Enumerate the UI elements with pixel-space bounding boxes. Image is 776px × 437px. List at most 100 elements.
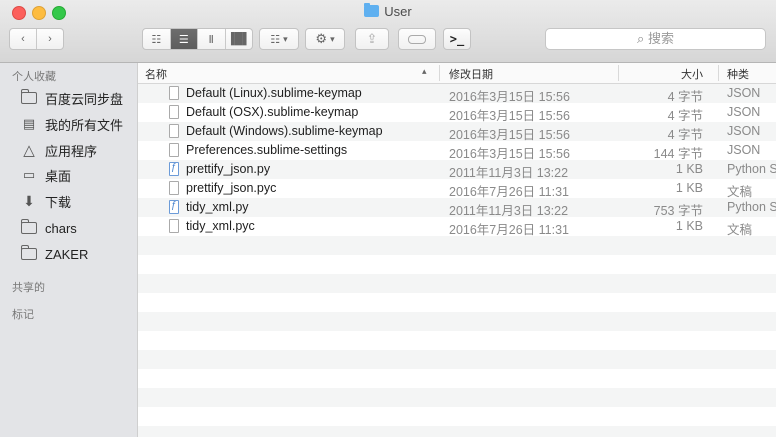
sort-ascending-icon: ▴ <box>422 66 427 76</box>
file-kind: JSON <box>727 86 761 100</box>
file-name: Preferences.sublime-settings <box>186 143 348 157</box>
sidebar-item-all-files[interactable]: ▤ 我的所有文件 <box>20 113 123 135</box>
file-kind: Python S <box>727 162 776 176</box>
file-row[interactable]: tidy_xml.py2011年11月3日 13:22753 字节Python … <box>138 198 776 218</box>
file-size: 1 KB <box>675 219 703 233</box>
chevron-down-icon: ▾ <box>283 33 288 44</box>
python-file-icon <box>169 200 179 214</box>
tag-icon <box>408 34 426 44</box>
file-row[interactable]: Preferences.sublime-settings 2016年3月15日 1… <box>138 141 776 161</box>
column-header-date[interactable]: 修改日期 <box>449 66 493 82</box>
search-placeholder: 搜索 <box>647 31 674 46</box>
sidebar-item-label: 我的所有文件 <box>45 117 124 133</box>
empty-row <box>138 312 776 331</box>
file-name: prettify_json.pyc <box>186 181 277 195</box>
file-row[interactable]: Default (Linux).sublime-keymap 2016年3月15日… <box>138 84 776 104</box>
folder-icon <box>364 3 380 17</box>
file-row[interactable]: Default (OSX).sublime-keymap 2016年3月15日 1… <box>138 103 776 123</box>
empty-row <box>138 426 776 437</box>
search-field[interactable]: ⌕ 搜索 <box>545 28 766 50</box>
window-title-text: User <box>384 4 412 19</box>
file-name: tidy_xml.py <box>186 200 249 214</box>
empty-row <box>138 350 776 369</box>
list-icon: ☰ <box>178 33 189 46</box>
file-kind: Python S <box>727 200 776 214</box>
sidebar-item-label: ZAKER <box>45 246 89 262</box>
chevron-right-icon: › <box>48 33 52 45</box>
window-title: User <box>0 3 776 19</box>
column-header-kind[interactable]: 种类 <box>727 66 749 82</box>
sidebar-item-applications[interactable]: △ 应用程序 <box>20 139 97 161</box>
document-icon <box>169 143 179 157</box>
applications-icon: △ <box>23 142 35 159</box>
sidebar-item-label: 桌面 <box>45 168 72 184</box>
file-list: 名称 ▴ 修改日期 大小 种类 Default (Linux).sublime-… <box>138 63 776 437</box>
finder-window: User ‹ › ☷ ☰ Ⅱ ▐█▌ ☷ ▾ ⚙ ▾ ⇪ >_ ⌕ 搜索 个人收… <box>0 0 776 437</box>
file-size: 1 KB <box>675 181 703 195</box>
folder-icon <box>20 245 38 261</box>
sidebar-item-label: 百度云同步盘 <box>45 91 124 107</box>
view-mode-switcher: ☷ ☰ Ⅱ ▐█▌ <box>142 28 253 50</box>
sidebar-item-baidu[interactable]: 百度云同步盘 <box>20 87 123 109</box>
empty-row <box>138 331 776 350</box>
column-view-button[interactable]: Ⅱ <box>198 29 226 49</box>
list-view-button[interactable]: ☰ <box>170 29 198 49</box>
column-header-name[interactable]: 名称 <box>145 66 167 82</box>
arrange-grid-icon: ☷ <box>270 33 281 46</box>
file-kind: JSON <box>727 105 761 119</box>
file-row[interactable]: Default (Windows).sublime-keymap 2016年3月1… <box>138 122 776 142</box>
column-headers: 名称 ▴ 修改日期 大小 种类 <box>138 63 776 84</box>
empty-row <box>138 236 776 255</box>
folder-icon <box>20 89 38 105</box>
terminal-icon: >_ <box>449 32 465 46</box>
empty-row <box>138 369 776 388</box>
chevron-left-icon: ‹ <box>21 33 25 45</box>
file-name: Default (Windows).sublime-keymap <box>186 124 383 138</box>
tag-button[interactable] <box>398 28 436 50</box>
file-name: prettify_json.py <box>186 162 271 176</box>
empty-row <box>138 407 776 426</box>
sidebar-item-desktop[interactable]: ▭ 桌面 <box>20 164 71 186</box>
file-row[interactable]: prettify_json.pyc 2016年7月26日 11:31 1 KB 文稿 <box>138 179 776 199</box>
cover-flow-icon: ▐█▌ <box>227 33 251 45</box>
cover-flow-button[interactable]: ▐█▌ <box>226 29 253 49</box>
grid-icon: ☷ <box>151 33 162 46</box>
sidebar-item-chars[interactable]: chars <box>20 217 77 239</box>
file-row[interactable]: prettify_json.py2011年11月3日 13:221 KBPyth… <box>138 160 776 180</box>
document-icon <box>169 124 179 138</box>
columns-icon: Ⅱ <box>208 33 214 46</box>
column-header-size[interactable]: 大小 <box>681 66 703 82</box>
titlebar: User ‹ › ☷ ☰ Ⅱ ▐█▌ ☷ ▾ ⚙ ▾ ⇪ >_ ⌕ 搜索 <box>0 0 776 63</box>
sidebar-item-zaker[interactable]: ZAKER <box>20 243 88 265</box>
sidebar-item-label: chars <box>45 220 77 236</box>
file-kind: JSON <box>727 143 761 157</box>
gear-icon: ⚙ <box>315 31 328 46</box>
empty-row <box>138 293 776 312</box>
action-button[interactable]: ⚙ ▾ <box>305 28 345 50</box>
arrange-button[interactable]: ☷ ▾ <box>259 28 299 50</box>
sidebar: 个人收藏 百度云同步盘 ▤ 我的所有文件 △ 应用程序 ▭ 桌面 ⬇ 下载 ch… <box>0 63 138 437</box>
sidebar-item-downloads[interactable]: ⬇ 下载 <box>20 190 71 212</box>
terminal-button[interactable]: >_ <box>443 28 471 50</box>
back-button[interactable]: ‹ <box>10 29 37 49</box>
share-button[interactable]: ⇪ <box>355 28 389 50</box>
file-name: Default (Linux).sublime-keymap <box>186 86 362 100</box>
sidebar-header-tags[interactable]: 标记 <box>12 306 34 322</box>
share-icon: ⇪ <box>366 31 378 46</box>
sidebar-item-label: 下载 <box>45 194 72 210</box>
file-row[interactable]: tidy_xml.pyc 2016年7月26日 11:31 1 KB 文稿 <box>138 217 776 237</box>
forward-button[interactable]: › <box>37 29 63 49</box>
all-files-icon: ▤ <box>22 116 36 131</box>
file-name: Default (OSX).sublime-keymap <box>186 105 359 119</box>
file-size: 1 KB <box>675 162 703 176</box>
document-icon <box>169 105 179 119</box>
empty-row <box>138 255 776 274</box>
sidebar-header-shared[interactable]: 共享的 <box>12 279 45 295</box>
sidebar-header-favorites: 个人收藏 <box>12 71 56 83</box>
navigation-buttons: ‹ › <box>9 28 64 50</box>
document-icon <box>169 86 179 100</box>
icon-view-button[interactable]: ☷ <box>143 29 171 49</box>
download-icon: ⬇ <box>23 192 35 209</box>
sidebar-item-label: 应用程序 <box>45 143 98 159</box>
desktop-icon: ▭ <box>22 167 36 182</box>
